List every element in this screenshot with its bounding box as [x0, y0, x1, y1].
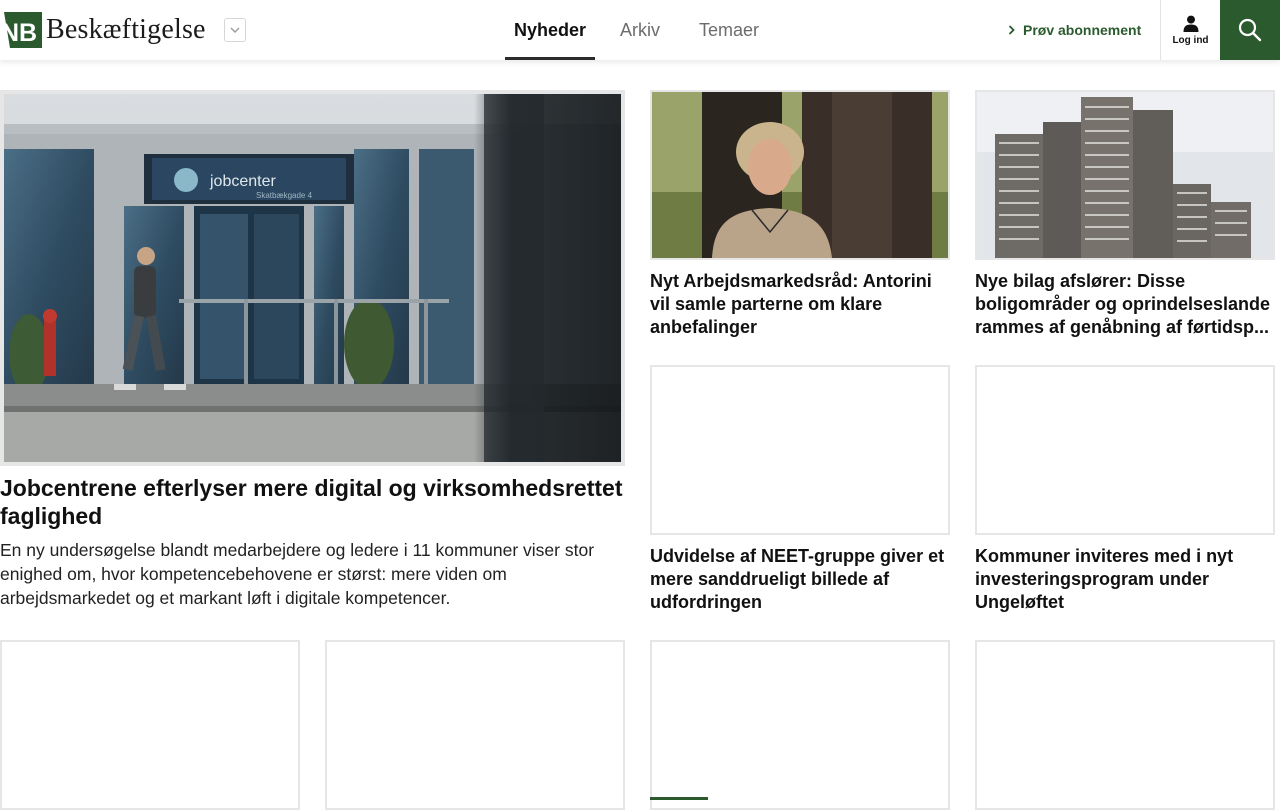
sign-text: jobcenter	[209, 173, 276, 190]
sign-subtext: Skatbækgade 4	[256, 191, 313, 200]
article-headline-2[interactable]: Nye bilag afslører: Disse boligområder o…	[975, 270, 1275, 339]
site-switcher-dropdown[interactable]	[224, 18, 246, 42]
login-label: Log ind	[1172, 34, 1209, 46]
chevron-right-icon	[1008, 25, 1015, 35]
search-button[interactable]	[1220, 0, 1280, 60]
site-logo[interactable]: NB Beskæftigelse	[0, 10, 206, 50]
search-icon	[1238, 18, 1262, 42]
article-image-8[interactable]	[975, 640, 1275, 810]
user-icon	[1183, 15, 1198, 32]
article-image-1[interactable]	[650, 90, 950, 260]
trial-label: Prøv abonnement	[1023, 22, 1142, 38]
featured-headline[interactable]: Jobcentrene efterlyser mere digital og v…	[0, 474, 625, 530]
logo-mark-icon: NB	[0, 10, 42, 50]
article-image-6[interactable]	[325, 640, 625, 810]
article-image-2[interactable]	[975, 90, 1275, 260]
featured-photo-jobcenter: jobcenter Skatbækgade 4	[4, 94, 621, 462]
article-image-7[interactable]	[650, 640, 950, 810]
article-headline-1[interactable]: Nyt Arbejdsmarkedsråd: Antorini vil saml…	[650, 270, 950, 339]
portrait-photo	[652, 92, 948, 258]
main-nav: Nyheder Arkiv Temaer	[505, 0, 785, 60]
article-headline-3[interactable]: Udvidelse af NEET-gruppe giver et mere s…	[650, 545, 950, 614]
article-image-3[interactable]	[650, 365, 950, 535]
trial-subscription-link[interactable]: Prøv abonnement	[1008, 0, 1141, 60]
logo-text: Beskæftigelse	[46, 14, 206, 45]
nav-tab-arkiv[interactable]: Arkiv	[595, 0, 685, 60]
chevron-down-icon	[230, 27, 240, 33]
article-image-4[interactable]	[975, 365, 1275, 535]
site-header: NB Beskæftigelse Nyheder Arkiv Temaer Pr…	[0, 0, 1280, 60]
featured-lede: En ny undersøgelse blandt medarbejdere o…	[0, 540, 595, 608]
logo-initials: NB	[1, 19, 37, 47]
article-image-5[interactable]	[0, 640, 300, 810]
nav-tab-temaer[interactable]: Temaer	[685, 0, 785, 60]
featured-image[interactable]: jobcenter Skatbækgade 4	[0, 90, 625, 466]
login-button[interactable]: Log ind	[1160, 0, 1220, 60]
article-headline-4[interactable]: Kommuner inviteres med i nyt investering…	[975, 545, 1275, 614]
apartment-blocks-photo	[977, 92, 1273, 258]
nav-tab-nyheder[interactable]: Nyheder	[505, 0, 595, 60]
